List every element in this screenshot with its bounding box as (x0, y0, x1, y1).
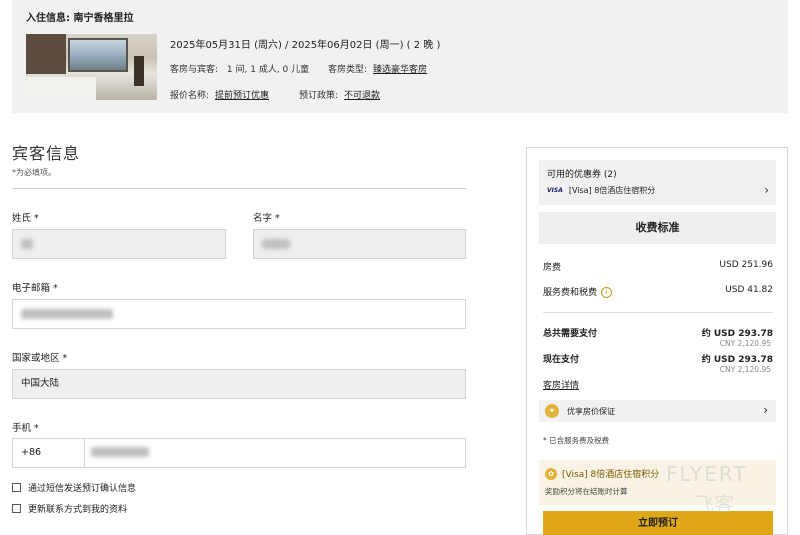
rate-name: 报价名称: 提前预订优惠 (170, 91, 270, 101)
medal-icon: ✦ (545, 404, 559, 418)
rooms-guests: 客房与宾客: 1 间, 1 成人, 0 儿童 (170, 65, 310, 75)
rate-name-link[interactable]: 提前预订优惠 (215, 91, 269, 101)
phone-country-code[interactable]: +86 (12, 438, 85, 468)
book-now-button[interactable]: 立即预订 (543, 511, 773, 535)
update-profile-option[interactable]: 更新联系方式到我的资料 (12, 502, 127, 515)
divider (543, 312, 773, 313)
first-name-label: 名字 * (253, 213, 280, 224)
booking-summary-panel: 可用的优惠券 (2) VISA [Visa] 8倍酒店住宿积分 › 收费标准 房… (526, 147, 788, 535)
promo-title: [Visa] 8倍酒店住宿积分 (562, 470, 660, 480)
first-name-field[interactable] (253, 229, 466, 259)
country-label: 国家或地区 * (12, 353, 68, 364)
required-note: *为必填项。 (12, 168, 56, 177)
gift-icon: ✿ (545, 467, 557, 480)
update-profile-label: 更新联系方式到我的资料 (28, 505, 128, 515)
last-name-label: 姓氏 * (12, 213, 39, 224)
room-type: 客房类型: 臻选豪华客房 (328, 65, 428, 75)
stay-dates: 2025年05月31日 (周六) / 2025年06月02日 (周一) ( 2 … (170, 40, 441, 51)
phone-input[interactable] (85, 438, 466, 468)
country-select[interactable]: 中国大陆 (12, 369, 466, 399)
room-fee-row: 房费 USD 251.96 (543, 260, 773, 273)
sms-checkbox-label: 通过短信发送预订确认信息 (28, 484, 137, 494)
email-field[interactable] (12, 299, 466, 329)
policy-link[interactable]: 不可退款 (344, 91, 380, 101)
rate-guarantee[interactable]: ✦ 优享房价保证 › (539, 400, 776, 422)
sms-confirmation-option[interactable]: 通过短信发送预订确认信息 (12, 481, 136, 494)
info-icon[interactable]: i (601, 287, 613, 298)
update-profile-checkbox[interactable] (12, 504, 21, 513)
watermark: FLYERT (666, 462, 748, 486)
sms-checkbox[interactable] (12, 483, 21, 492)
promo-subtitle: 奖励积分将在结账时计算 (545, 487, 628, 496)
pay-now-cny: CNY 2,120.95 (719, 365, 771, 374)
email-label: 电子邮箱 * (12, 283, 58, 294)
total-cny: CNY 2,120.95 (719, 339, 771, 348)
divider (12, 188, 466, 189)
booking-policy: 预订政策: 不可退款 (299, 91, 381, 101)
tax-note: * 已含服务费及税费 (543, 436, 610, 445)
room-photo (26, 34, 157, 100)
coupon-box[interactable]: 可用的优惠券 (2) VISA [Visa] 8倍酒店住宿积分 › (539, 160, 776, 205)
room-details-link[interactable]: 客房详情 (543, 378, 579, 391)
stay-summary: 入住信息: 南宁香格里拉 2025年05月31日 (周六) / 2025年06月… (12, 0, 788, 113)
last-name-field[interactable] (12, 229, 226, 259)
chevron-right-icon: › (763, 403, 768, 417)
phone-label: 手机 * (12, 423, 39, 434)
watermark-cn: 飞客 (694, 492, 734, 516)
fee-header: 收费标准 (539, 212, 776, 244)
form-title: 宾客信息 (12, 144, 81, 163)
room-type-link[interactable]: 臻选豪华客房 (373, 65, 427, 75)
visa-icon: VISA (547, 187, 563, 194)
stay-title: 入住信息: 南宁香格里拉 (26, 13, 134, 24)
chevron-right-icon: › (764, 183, 769, 197)
coupon-line: [Visa] 8倍酒店住宿积分 (568, 186, 656, 195)
pay-now-row: 现在支付 约 USD 293.78 (543, 355, 773, 365)
coupon-title: 可用的优惠券 (2) (547, 170, 617, 180)
total-row: 总共需要支付 约 USD 293.78 (543, 329, 773, 339)
service-tax-row: 服务费和税费 i USD 41.82 (543, 285, 773, 298)
